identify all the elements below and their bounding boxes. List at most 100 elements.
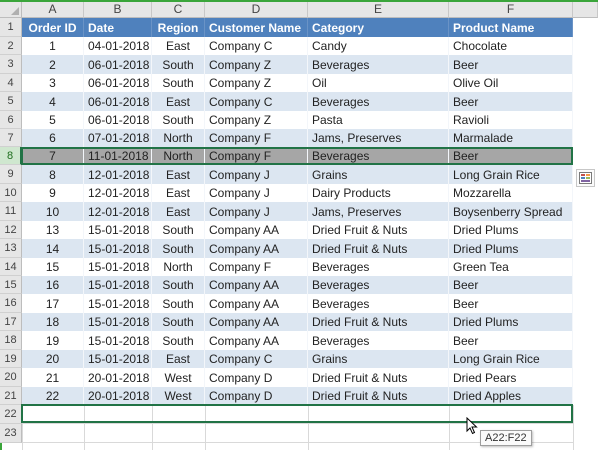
table-cell[interactable]: Dried Pears xyxy=(449,368,573,387)
table-cell[interactable]: Company AA xyxy=(205,294,308,313)
table-cell[interactable]: East xyxy=(152,184,205,202)
row-header-23[interactable]: 23 xyxy=(0,424,22,443)
table-cell[interactable]: Company Z xyxy=(205,111,308,129)
table-cell[interactable]: 15-01-2018 xyxy=(84,331,152,350)
table-cell[interactable]: Beverages xyxy=(308,276,449,294)
row-header-20[interactable]: 20 xyxy=(0,368,22,387)
table-row[interactable]: 17 15-01-2018 South Company AA Beverages Beer xyxy=(22,294,573,313)
table-cell[interactable]: 15-01-2018 xyxy=(84,313,152,331)
table-cell[interactable]: North xyxy=(152,147,205,165)
row-header-4[interactable]: 4 xyxy=(0,74,22,92)
table-cell[interactable]: 7 xyxy=(22,147,84,165)
row-header-9[interactable]: 9 xyxy=(0,165,22,184)
row-header-12[interactable]: 12 xyxy=(0,221,22,239)
table-cell[interactable]: Olive Oil xyxy=(449,74,573,92)
table-cell[interactable]: West xyxy=(152,368,205,387)
row-header-10[interactable]: 10 xyxy=(0,184,22,202)
header-cell-region[interactable]: Region xyxy=(152,18,205,37)
table-row[interactable]: 15 15-01-2018 North Company F Beverages Green… xyxy=(22,258,573,276)
table-cell[interactable]: North xyxy=(152,258,205,276)
column-header-C[interactable]: C xyxy=(152,2,205,18)
table-cell[interactable]: Company AA xyxy=(205,313,308,331)
table-cell[interactable]: 16 xyxy=(22,276,84,294)
table-cell[interactable]: Company C xyxy=(205,350,308,368)
table-cell[interactable]: 8 xyxy=(22,165,84,184)
table-cell[interactable]: Beverages xyxy=(308,258,449,276)
table-cell[interactable]: 12-01-2018 xyxy=(84,165,152,184)
table-cell[interactable]: Beverages xyxy=(308,331,449,350)
table-row[interactable]: 8 12-01-2018 East Company J Grains Long Grain… xyxy=(22,165,573,184)
row-header-16[interactable]: 16 xyxy=(0,294,22,313)
table-cell[interactable]: South xyxy=(152,55,205,74)
table-row[interactable]: 3 06-01-2018 South Company Z Oil Olive Oil xyxy=(22,74,573,92)
table-cell[interactable]: 5 xyxy=(22,111,84,129)
table-row[interactable]: 13 15-01-2018 South Company AA Dried Fruit &… xyxy=(22,221,573,239)
table-cell[interactable]: Marmalade xyxy=(449,129,573,147)
table-cell[interactable]: 20 xyxy=(22,350,84,368)
row-header-2[interactable]: 2 xyxy=(0,37,22,55)
table-cell[interactable]: Company D xyxy=(205,368,308,387)
table-row[interactable]: 14 15-01-2018 South Company AA Dried Fruit &… xyxy=(22,239,573,258)
table-cell[interactable]: Boysenberry Spread xyxy=(449,202,573,221)
table-cell[interactable]: 15-01-2018 xyxy=(84,350,152,368)
table-cell[interactable]: 2 xyxy=(22,55,84,74)
header-cell-order-id[interactable]: Order ID xyxy=(22,18,84,37)
table-cell[interactable]: 11-01-2018 xyxy=(84,147,152,165)
header-cell-product-name[interactable]: Product Name xyxy=(449,18,573,37)
column-header-E[interactable]: E xyxy=(308,2,449,18)
table-row[interactable]: 5 06-01-2018 South Company Z Pasta Ravioli xyxy=(22,111,573,129)
table-cell[interactable]: Company J xyxy=(205,202,308,221)
table-cell[interactable]: Beverages xyxy=(308,147,449,165)
table-cell[interactable]: Dried Fruit & Nuts xyxy=(308,313,449,331)
table-row-selected[interactable]: 7 11-01-2018 North Company F Beverages Beer xyxy=(22,147,573,165)
table-cell[interactable]: 06-01-2018 xyxy=(84,92,152,111)
row-header-6[interactable]: 6 xyxy=(0,111,22,129)
table-cell[interactable]: Beverages xyxy=(308,294,449,313)
table-cell[interactable]: Long Grain Rice xyxy=(449,350,573,368)
table-cell[interactable]: Company F xyxy=(205,129,308,147)
table-cell[interactable]: 17 xyxy=(22,294,84,313)
table-cell[interactable]: 20-01-2018 xyxy=(84,387,152,405)
table-cell[interactable]: Dried Fruit & Nuts xyxy=(308,239,449,258)
table-cell[interactable]: Beverages xyxy=(308,55,449,74)
table-cell[interactable]: Pasta xyxy=(308,111,449,129)
table-cell[interactable]: 6 xyxy=(22,129,84,147)
table-cell[interactable]: Company D xyxy=(205,387,308,405)
header-cell-customer-name[interactable]: Customer Name xyxy=(205,18,308,37)
row-header-21[interactable]: 21 xyxy=(0,387,22,405)
table-cell[interactable]: Company AA xyxy=(205,276,308,294)
column-header-A[interactable]: A xyxy=(22,2,84,18)
table-cell[interactable]: 19 xyxy=(22,331,84,350)
table-cell[interactable]: Chocolate xyxy=(449,37,573,55)
table-row[interactable]: 20 15-01-2018 East Company C Grains Long Grai… xyxy=(22,350,573,368)
row-header-8[interactable]: 8 xyxy=(0,147,22,165)
select-all-corner[interactable] xyxy=(0,2,22,18)
table-row[interactable]: 22 20-01-2018 West Company D Dried Fruit & N… xyxy=(22,387,573,405)
table-cell[interactable]: Dried Plums xyxy=(449,239,573,258)
table-cell[interactable]: South xyxy=(152,221,205,239)
table-cell[interactable]: Dried Plums xyxy=(449,221,573,239)
table-cell[interactable]: Dried Fruit & Nuts xyxy=(308,221,449,239)
table-cell[interactable]: Grains xyxy=(308,165,449,184)
row-header-3[interactable]: 3 xyxy=(0,55,22,74)
table-cell[interactable]: East xyxy=(152,165,205,184)
table-cell[interactable]: Mozzarella xyxy=(449,184,573,202)
table-cell[interactable]: 15-01-2018 xyxy=(84,276,152,294)
table-row[interactable]: 9 12-01-2018 East Company J Dairy Products Mo… xyxy=(22,184,573,202)
table-cell[interactable]: Beer xyxy=(449,92,573,111)
table-cell[interactable]: East xyxy=(152,202,205,221)
table-row[interactable]: 18 15-01-2018 South Company AA Dried Fruit &… xyxy=(22,313,573,331)
row-header-15[interactable]: 15 xyxy=(0,276,22,294)
table-cell[interactable]: South xyxy=(152,294,205,313)
row-header-11[interactable]: 11 xyxy=(0,202,22,221)
table-cell[interactable]: Beer xyxy=(449,331,573,350)
table-cell[interactable]: Company AA xyxy=(205,331,308,350)
table-row[interactable]: 10 12-01-2018 East Company J Jams, Preserves… xyxy=(22,202,573,221)
table-cell[interactable]: Dried Plums xyxy=(449,313,573,331)
table-cell[interactable]: 15-01-2018 xyxy=(84,294,152,313)
row-header-19[interactable]: 19 xyxy=(0,350,22,368)
table-cell[interactable]: Company AA xyxy=(205,239,308,258)
table-cell[interactable]: Beer xyxy=(449,55,573,74)
table-cell[interactable]: South xyxy=(152,276,205,294)
table-cell[interactable]: Company AA xyxy=(205,221,308,239)
